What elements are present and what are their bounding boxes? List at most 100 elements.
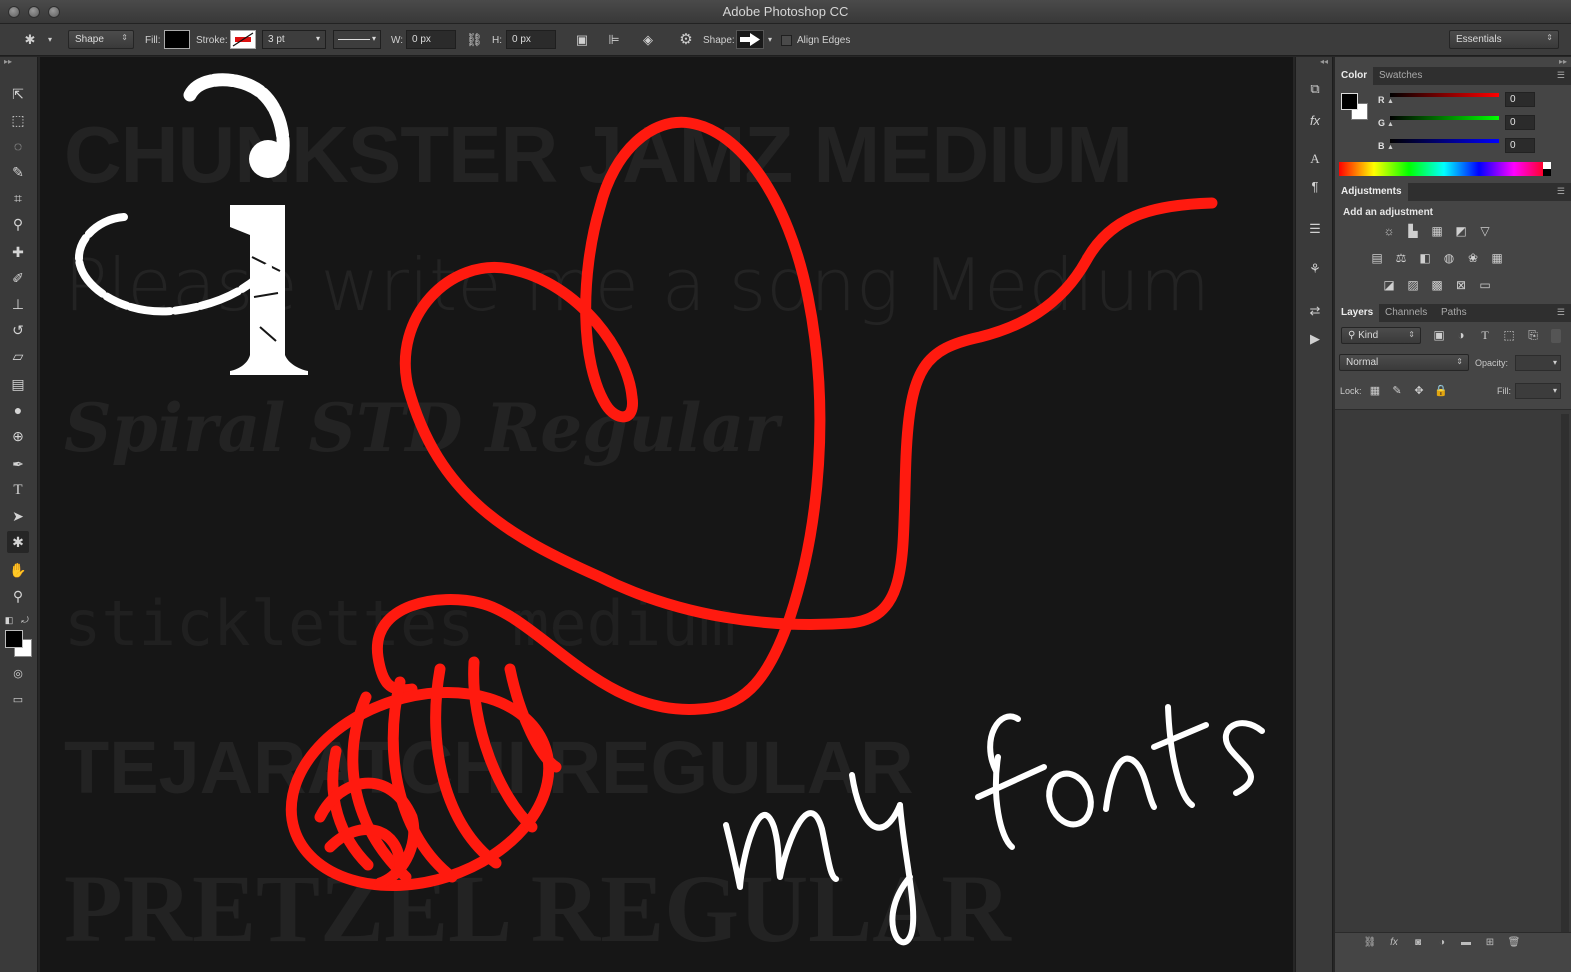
filter-adjustment-icon[interactable]: ◑ [1453,327,1469,343]
new-group-icon[interactable]: ▬ [1459,936,1473,950]
lasso-tool-icon[interactable]: ◌ [7,135,29,157]
posterize-icon[interactable]: ▨ [1405,277,1421,293]
crop-tool-icon[interactable]: ⌗ [7,187,29,209]
paragraph-panel-icon[interactable]: ¶ [1304,177,1326,197]
fill-field[interactable]: ▾ [1515,383,1561,399]
black-white-icon[interactable]: ◧ [1417,250,1433,266]
green-channel-value[interactable]: 0 [1505,115,1535,130]
custom-shape-tool-icon[interactable]: ✱ [7,531,29,553]
pen-tool-icon[interactable]: ✒ [7,453,29,475]
filter-type-icon[interactable]: T [1477,327,1493,343]
tab-channels[interactable]: Channels [1379,304,1433,322]
zoom-tool-icon[interactable]: ⚲ [7,585,29,607]
gradient-map-icon[interactable]: ▭ [1477,277,1493,293]
filter-shape-icon[interactable]: ⬚ [1501,327,1517,343]
eyedropper-tool-icon[interactable]: ⚲ [7,213,29,235]
invert-icon[interactable]: ◪ [1381,277,1397,293]
tab-adjustments[interactable]: Adjustments [1335,183,1408,201]
healing-brush-tool-icon[interactable]: ✚ [7,241,29,263]
lock-transparent-pixels-icon[interactable]: ▦ [1367,383,1383,399]
quick-selection-tool-icon[interactable]: ✎ [7,161,29,183]
shape-mode-dropdown[interactable]: Shape ⇕ [68,30,134,49]
path-alignment-icon[interactable]: ⊫ [606,32,622,48]
swap-colors-icon[interactable]: ⤾ [18,609,32,631]
filter-smart-object-icon[interactable]: ⎘ [1525,327,1541,343]
color-balance-icon[interactable]: ⚖ [1393,250,1409,266]
height-field[interactable]: 0 px [506,30,556,49]
move-tool-icon[interactable]: ⇱ [7,83,29,105]
eraser-tool-icon[interactable]: ▱ [7,345,29,367]
blue-channel-slider[interactable] [1390,139,1499,143]
stroke-swatch[interactable] [230,30,256,49]
expand-dock-icon[interactable]: ◂◂ [1320,57,1328,66]
actions-play-icon[interactable]: ▶ [1304,329,1326,349]
marquee-tool-icon[interactable]: ⬚ [7,109,29,131]
path-operations-icon[interactable]: ▣ [574,32,590,48]
brush-presets-icon[interactable]: ⚘ [1304,259,1326,279]
curves-icon[interactable]: ▦ [1429,223,1445,239]
link-layers-icon[interactable]: ⛓ [1363,936,1377,950]
blend-mode-dropdown[interactable]: Normal ⇕ [1339,354,1469,371]
spectrum-white-swatch[interactable] [1543,162,1551,169]
width-field[interactable]: 0 px [406,30,456,49]
hue-saturation-icon[interactable]: ▤ [1369,250,1385,266]
filter-pixel-icon[interactable]: ▣ [1431,327,1447,343]
custom-shape-tool-preset-icon[interactable]: ✱ [22,32,38,48]
path-selection-tool-icon[interactable]: ➤ [7,505,29,527]
color-spectrum-ramp[interactable] [1339,162,1549,176]
link-icon[interactable]: ⛓ [466,32,483,48]
blur-tool-icon[interactable]: ● [7,399,29,421]
clone-stamp-tool-icon[interactable]: ⊥ [7,293,29,315]
new-adjustment-layer-icon[interactable]: ◑ [1435,936,1449,950]
slider-thumb-icon[interactable]: ▲ [1387,98,1394,105]
fill-swatch[interactable] [164,30,190,49]
filter-toggle-switch[interactable] [1551,329,1561,343]
tab-layers[interactable]: Layers [1335,304,1380,322]
lock-position-icon[interactable]: ✥ [1411,383,1427,399]
workspace-dropdown[interactable]: Essentials ⇕ [1449,30,1559,49]
layers-scrollbar[interactable] [1561,414,1569,944]
exposure-icon[interactable]: ◩ [1453,223,1469,239]
dodge-tool-icon[interactable]: ⊕ [7,425,29,447]
panel-menu-icon[interactable]: ☰ [1557,70,1565,81]
lock-image-pixels-icon[interactable]: ✎ [1389,383,1405,399]
color-lookup-icon[interactable]: ▦ [1489,250,1505,266]
panel-menu-icon[interactable]: ☰ [1557,307,1565,318]
properties-panel-icon[interactable]: ☰ [1304,219,1326,239]
document-canvas[interactable]: CHUNKSTER JAMZ MEDIUM Please write me a … [40,57,1293,972]
character-panel-icon[interactable]: A [1304,149,1326,169]
tab-paths[interactable]: Paths [1435,304,1473,322]
tab-color[interactable]: Color [1335,67,1374,85]
stroke-type-dropdown[interactable]: ▾ [333,30,381,49]
delete-layer-icon[interactable]: 🗑 [1507,936,1521,950]
tool-preset-chevron-icon[interactable]: ▾ [42,32,58,48]
stroke-width-dropdown[interactable]: 3 pt ▾ [262,30,326,49]
type-tool-icon[interactable]: T [7,479,29,501]
layer-style-icon[interactable]: fx [1387,936,1401,950]
shape-picker[interactable] [736,30,764,49]
new-layer-icon[interactable]: ⊞ [1483,936,1497,950]
red-channel-value[interactable]: 0 [1505,92,1535,107]
collapse-panels-icon[interactable]: ▸▸ [1559,57,1567,66]
quick-mask-icon[interactable]: ◎ [7,663,29,685]
opacity-field[interactable]: ▾ [1515,355,1561,371]
levels-icon[interactable]: ▙ [1405,223,1421,239]
gear-icon[interactable]: ⚙ [678,32,694,48]
channel-mixer-icon[interactable]: ❀ [1465,250,1481,266]
screen-mode-icon[interactable]: ▭ [7,689,29,711]
brightness-contrast-icon[interactable]: ☼ [1381,223,1397,239]
photo-filter-icon[interactable]: ◍ [1441,250,1457,266]
align-edges-checkbox[interactable] [781,35,792,46]
hand-tool-icon[interactable]: ✋ [7,559,29,581]
history-panel-icon[interactable]: ⧉ [1304,79,1326,99]
foreground-color-swatch[interactable] [5,630,23,648]
slider-thumb-icon[interactable]: ▲ [1387,144,1394,151]
add-mask-icon[interactable]: ◙ [1411,936,1425,950]
layer-filter-dropdown[interactable]: ⚲ Kind ⇕ [1341,327,1421,344]
vibrance-icon[interactable]: ▽ [1477,223,1493,239]
threshold-icon[interactable]: ▩ [1429,277,1445,293]
history-brush-tool-icon[interactable]: ↺ [7,319,29,341]
spectrum-black-swatch[interactable] [1543,169,1551,176]
shape-picker-chevron-icon[interactable]: ▾ [762,32,778,48]
slider-thumb-icon[interactable]: ▲ [1387,121,1394,128]
